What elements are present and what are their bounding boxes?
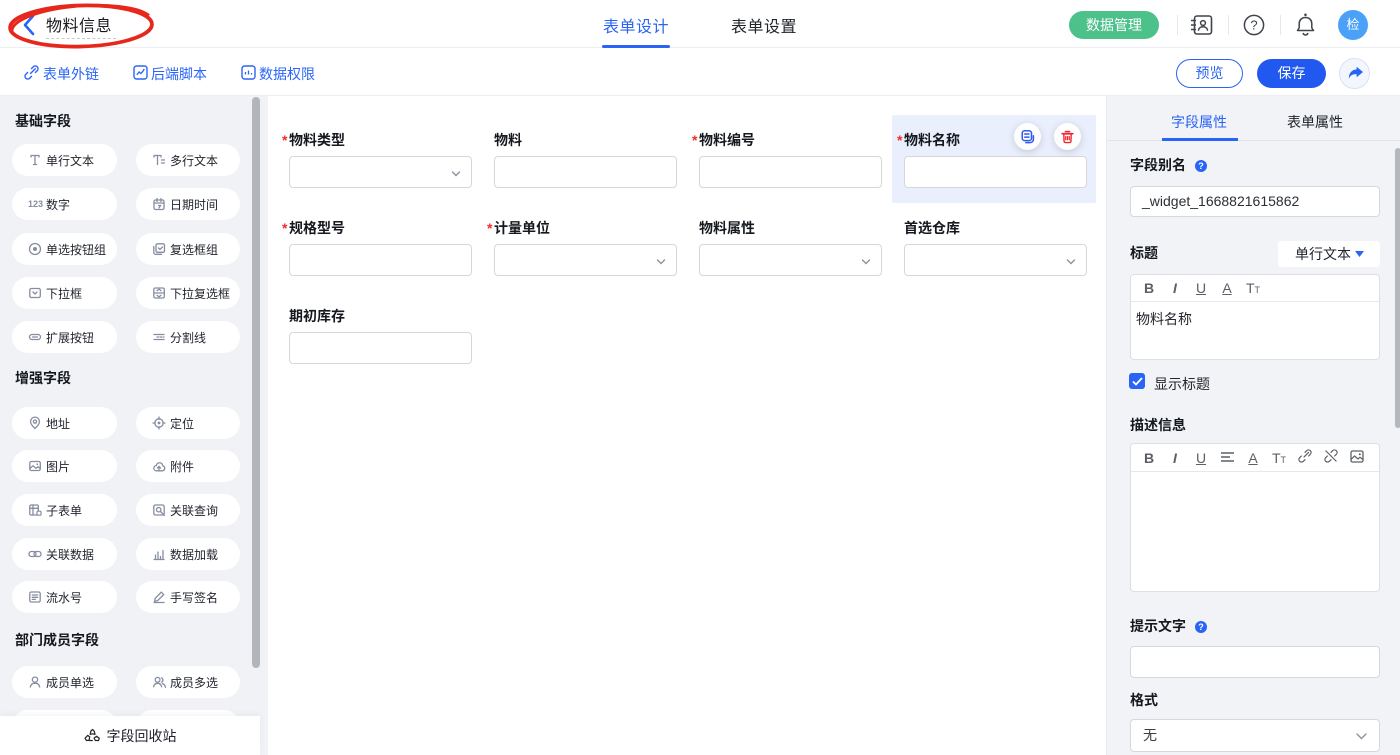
svg-text:?: ? bbox=[1250, 18, 1257, 33]
